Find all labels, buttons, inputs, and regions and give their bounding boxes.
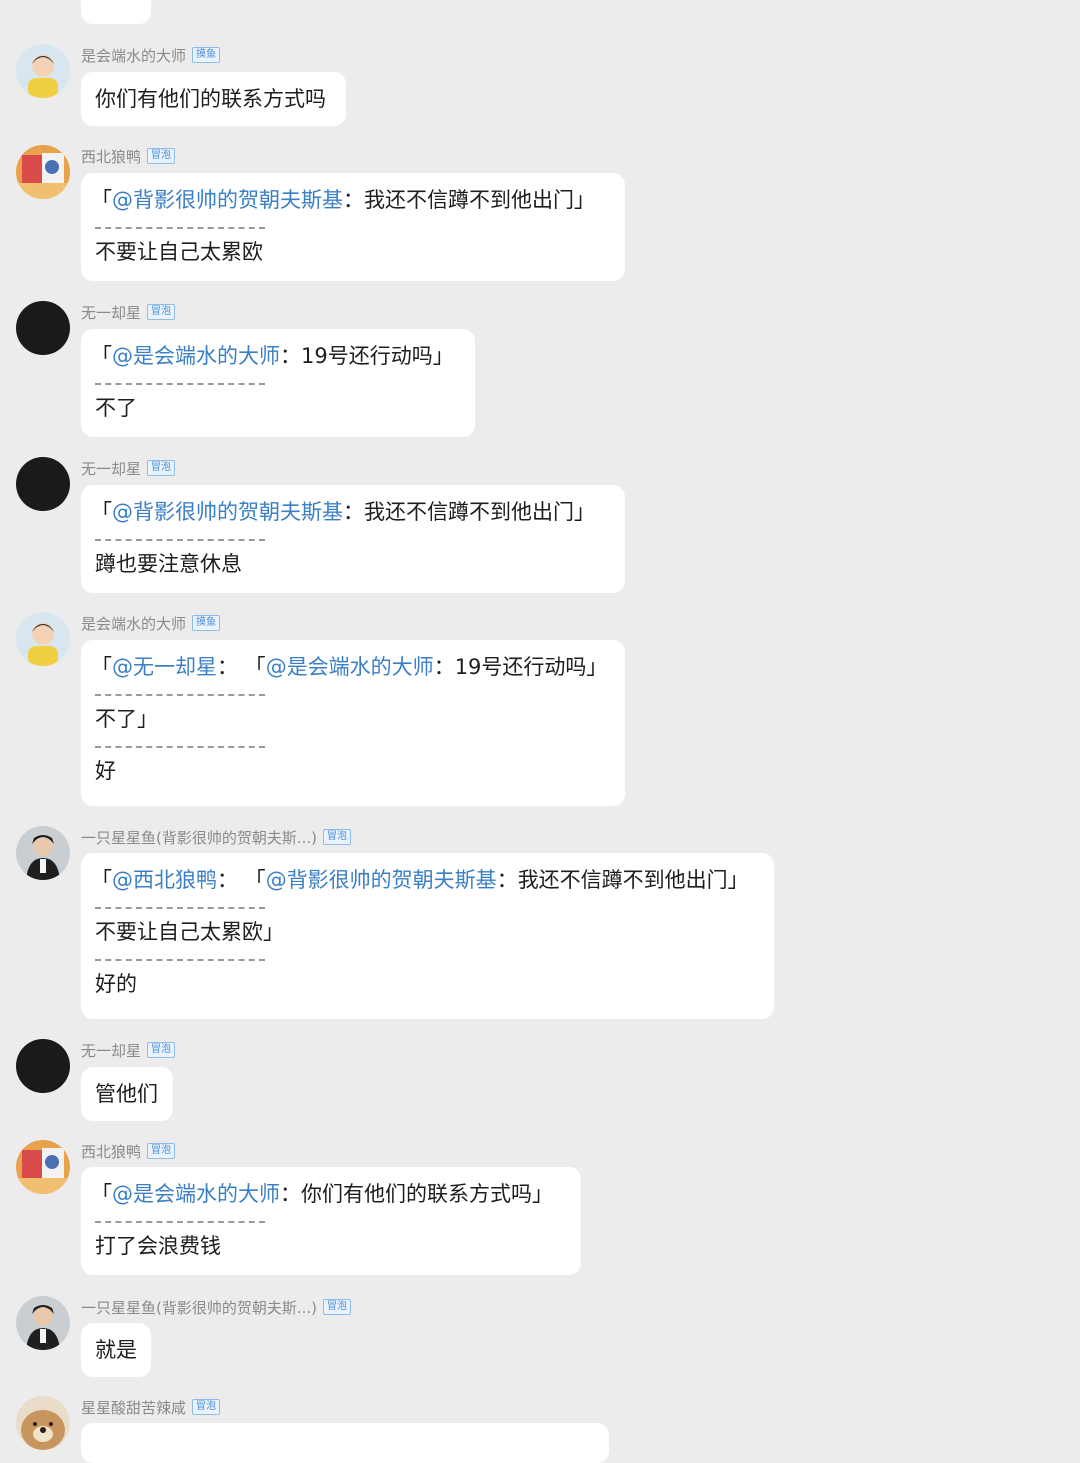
member-badge: 冒泡 (323, 1299, 352, 1315)
sender-name[interactable]: 无一却星 (81, 458, 141, 479)
quote-separator (95, 959, 265, 961)
message-bubble[interactable] (81, 1423, 609, 1463)
mention-link[interactable]: @背影很帅的贺朝夫斯基 (112, 500, 343, 524)
mention-link[interactable]: @西北狼鸭 (112, 868, 217, 892)
quote-line: 「@西北狼鸭： 「@背影很帅的贺朝夫斯基：我还不信蹲不到他出门」 (91, 868, 749, 892)
message-bubble[interactable]: 管他们 (81, 1067, 173, 1121)
message-text: 不要让自己太累欧 (95, 240, 263, 264)
avatar[interactable] (16, 1296, 70, 1350)
message-text: 蹲也要注意休息 (95, 552, 242, 576)
avatar[interactable] (16, 612, 70, 666)
member-badge: 摸鱼 (192, 615, 221, 631)
mention-link[interactable]: @是会端水的大师 (112, 344, 280, 368)
message-bubble[interactable]: 对啊 (81, 0, 151, 24)
quote-separator (95, 227, 265, 229)
message-text: 打了会浪费钱 (95, 1234, 221, 1258)
avatar[interactable] (16, 457, 70, 511)
sender-name[interactable]: 一只星星鱼(背影很帅的贺朝夫斯...) (81, 1297, 317, 1318)
message-text: 好 (95, 759, 116, 783)
message-text: 你们有他们的联系方式吗 (95, 87, 326, 111)
quote-line: 「@背影很帅的贺朝夫斯基：我还不信蹲不到他出门」 (91, 500, 595, 524)
sender-name[interactable]: 无一却星 (81, 1040, 141, 1061)
message-bubble[interactable]: 「@背影很帅的贺朝夫斯基：我还不信蹲不到他出门」 蹲也要注意休息 (81, 485, 625, 593)
message-bubble[interactable]: 「@是会端水的大师：你们有他们的联系方式吗」 打了会浪费钱 (81, 1167, 581, 1275)
quote-line: 「@无一却星： 「@是会端水的大师：19号还行动吗」 (91, 655, 608, 679)
message-text: 就是 (95, 1338, 137, 1362)
quote-line: 「@是会端水的大师：你们有他们的联系方式吗」 (91, 1182, 553, 1206)
message-bubble[interactable]: 「@无一却星： 「@是会端水的大师：19号还行动吗」 不了」 好 (81, 640, 625, 806)
member-badge: 摸鱼 (192, 47, 221, 63)
sender-name[interactable]: 无一却星 (81, 302, 141, 323)
avatar[interactable] (16, 1396, 70, 1450)
mention-link[interactable]: @背影很帅的贺朝夫斯基 (266, 868, 497, 892)
quote-separator (95, 694, 265, 696)
message-text: 不了 (95, 396, 137, 420)
member-badge: 冒泡 (147, 460, 176, 476)
message-bubble[interactable]: 「@是会端水的大师：19号还行动吗」 不了 (81, 329, 475, 437)
message-text: 管他们 (95, 1082, 158, 1106)
message-bubble[interactable]: 就是 (81, 1323, 151, 1377)
message-text: 好的 (95, 972, 137, 996)
avatar[interactable] (16, 145, 70, 199)
member-badge: 冒泡 (147, 1042, 176, 1058)
member-badge: 冒泡 (192, 1399, 221, 1415)
avatar[interactable] (16, 44, 70, 98)
member-badge: 冒泡 (147, 148, 176, 164)
mention-link[interactable]: @无一却星 (112, 655, 217, 679)
quote-separator (95, 539, 265, 541)
member-badge: 冒泡 (147, 304, 176, 320)
quote-tail: 不要让自己太累欧」 (95, 920, 284, 944)
sender-name[interactable]: 西北狼鸭 (81, 1141, 141, 1162)
avatar[interactable] (16, 301, 70, 355)
message-bubble[interactable]: 你们有他们的联系方式吗 (81, 72, 346, 126)
member-badge: 冒泡 (147, 1143, 176, 1159)
message-bubble[interactable]: 「@背影很帅的贺朝夫斯基：我还不信蹲不到他出门」 不要让自己太累欧 (81, 173, 625, 281)
sender-name[interactable]: 是会端水的大师 (81, 45, 186, 66)
quote-line: 「@是会端水的大师：19号还行动吗」 (91, 344, 454, 368)
quote-separator (95, 907, 265, 909)
message-bubble[interactable]: 「@西北狼鸭： 「@背影很帅的贺朝夫斯基：我还不信蹲不到他出门」 不要让自己太累… (81, 853, 774, 1019)
sender-name[interactable]: 是会端水的大师 (81, 613, 186, 634)
member-badge: 冒泡 (323, 829, 352, 845)
mention-link[interactable]: @是会端水的大师 (112, 1182, 280, 1206)
avatar[interactable] (16, 1140, 70, 1194)
quote-separator (95, 746, 265, 748)
quote-line: 「@背影很帅的贺朝夫斯基：我还不信蹲不到他出门」 (91, 188, 595, 212)
sender-name[interactable]: 西北狼鸭 (81, 146, 141, 167)
sender-name[interactable]: 星星酸甜苦辣咸 (81, 1397, 186, 1418)
mention-link[interactable]: @是会端水的大师 (266, 655, 434, 679)
avatar[interactable] (16, 826, 70, 880)
mention-link[interactable]: @背影很帅的贺朝夫斯基 (112, 188, 343, 212)
quote-tail: 不了」 (95, 707, 158, 731)
quote-separator (95, 1221, 265, 1223)
sender-name[interactable]: 一只星星鱼(背影很帅的贺朝夫斯...) (81, 827, 317, 848)
avatar[interactable] (16, 1039, 70, 1093)
quote-separator (95, 383, 265, 385)
